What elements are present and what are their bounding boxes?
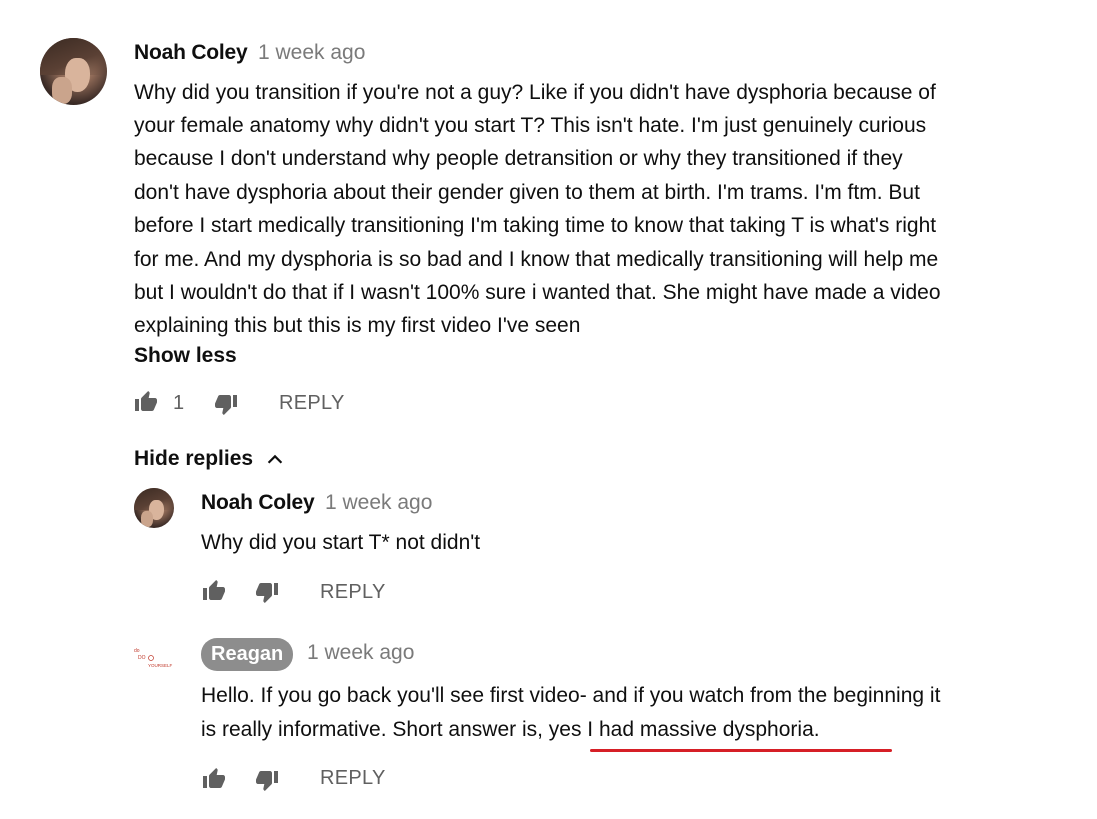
thumbs-down-icon[interactable] <box>213 392 239 416</box>
reply-text-line: is really informative. Short answer is, … <box>201 713 820 746</box>
highlighted-text: yes I had massive dysphoria. <box>548 718 820 741</box>
comment-line: because I don't understand why people de… <box>134 147 903 170</box>
comment-line: Why did you transition if you're not a g… <box>134 81 936 104</box>
comment-timestamp[interactable]: 1 week ago <box>258 41 365 65</box>
svg-text:YOURSELF: YOURSELF <box>148 663 173 668</box>
thumbs-down-icon[interactable] <box>254 580 280 604</box>
comment-author[interactable]: Noah Coley <box>134 41 248 65</box>
svg-text:DO: DO <box>138 655 146 661</box>
reply-timestamp[interactable]: 1 week ago <box>307 641 414 665</box>
svg-text:do: do <box>134 648 140 654</box>
channel-logo-image: do DO YOURSELF <box>134 648 173 668</box>
like-count: 1 <box>173 392 185 414</box>
thumbs-up-icon[interactable] <box>201 579 227 603</box>
reply-button[interactable]: REPLY <box>279 392 345 415</box>
reply-button[interactable]: REPLY <box>320 581 386 604</box>
avatar[interactable] <box>134 488 174 528</box>
creator-badge[interactable]: Reagan <box>201 638 294 671</box>
thumbs-up-icon[interactable] <box>133 390 159 414</box>
reply-button[interactable]: REPLY <box>320 767 386 790</box>
comment-line: but I wouldn't do that if I wasn't 100% … <box>134 281 941 304</box>
reply-text-line: Hello. If you go back you'll see first v… <box>201 684 941 707</box>
avatar[interactable] <box>40 38 107 105</box>
hide-replies-button[interactable]: Hide replies <box>134 447 253 471</box>
hide-replies-label: Hide replies <box>134 447 254 470</box>
reply-timestamp[interactable]: 1 week ago <box>325 491 432 515</box>
channel-logo[interactable]: do DO YOURSELF <box>132 644 176 674</box>
reply-text: Why did you start T* not didn't <box>201 531 481 554</box>
highlight-underline <box>590 749 892 752</box>
reply-author[interactable]: Noah Coley <box>201 491 315 515</box>
chevron-up-icon[interactable] <box>264 449 286 471</box>
comment-line: for me. And my dysphoria is so bad and I… <box>134 248 939 271</box>
thumbs-up-icon[interactable] <box>201 767 227 791</box>
thumbs-down-icon[interactable] <box>254 768 280 792</box>
reply-author: Reagan <box>211 643 284 665</box>
show-less-button[interactable]: Show less <box>134 344 237 368</box>
comment-line: don't have dysphoria about their gender … <box>134 181 920 204</box>
comment-line: your female anatomy why didn't you start… <box>134 114 927 137</box>
comment-line: explaining this but this is my first vid… <box>134 314 581 337</box>
reply-text-segment: is really informative. Short answer is, <box>201 718 549 741</box>
comment-line: before I start medically transitioning I… <box>134 214 937 237</box>
